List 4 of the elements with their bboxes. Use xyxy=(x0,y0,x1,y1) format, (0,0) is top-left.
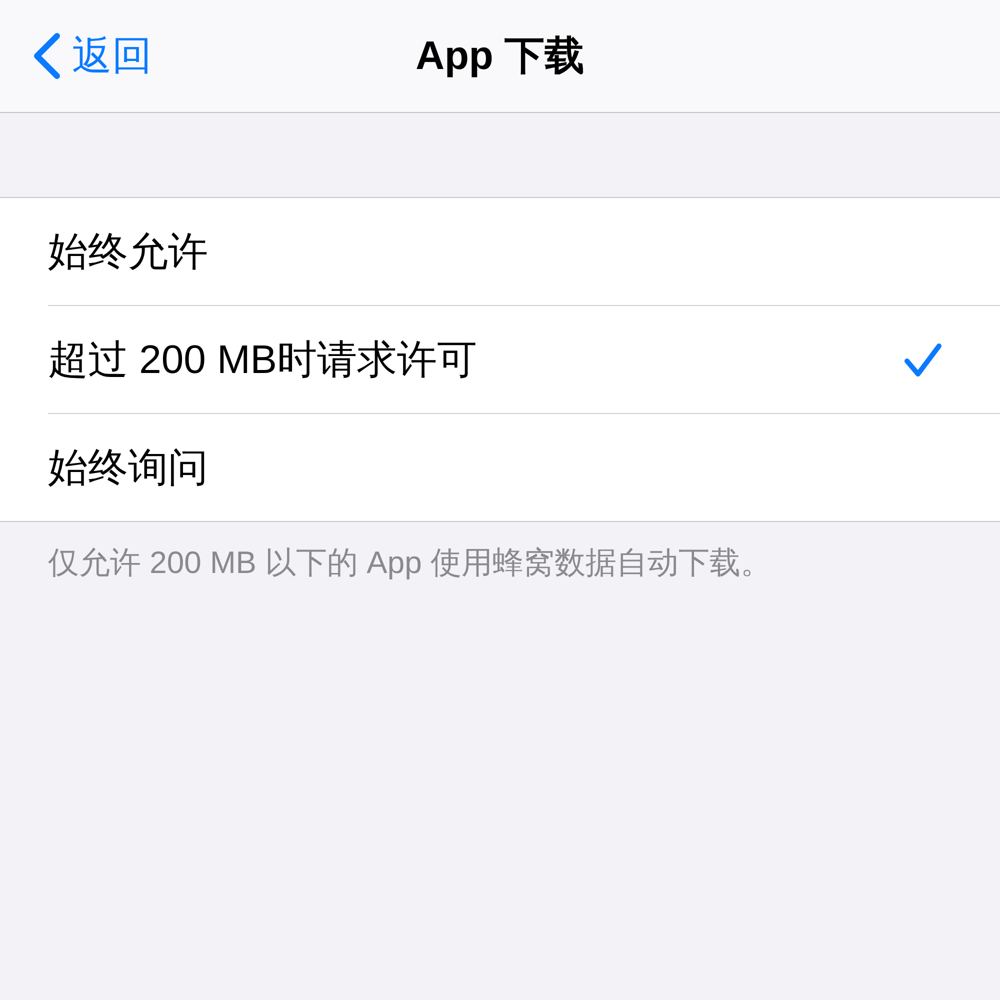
footer-note: 仅允许 200 MB 以下的 App 使用蜂窝数据自动下载。 xyxy=(47,544,772,582)
back-button[interactable]: 返回 xyxy=(0,26,160,86)
page-title: App 下载 xyxy=(416,36,584,76)
chevron-left-icon xyxy=(32,33,62,79)
